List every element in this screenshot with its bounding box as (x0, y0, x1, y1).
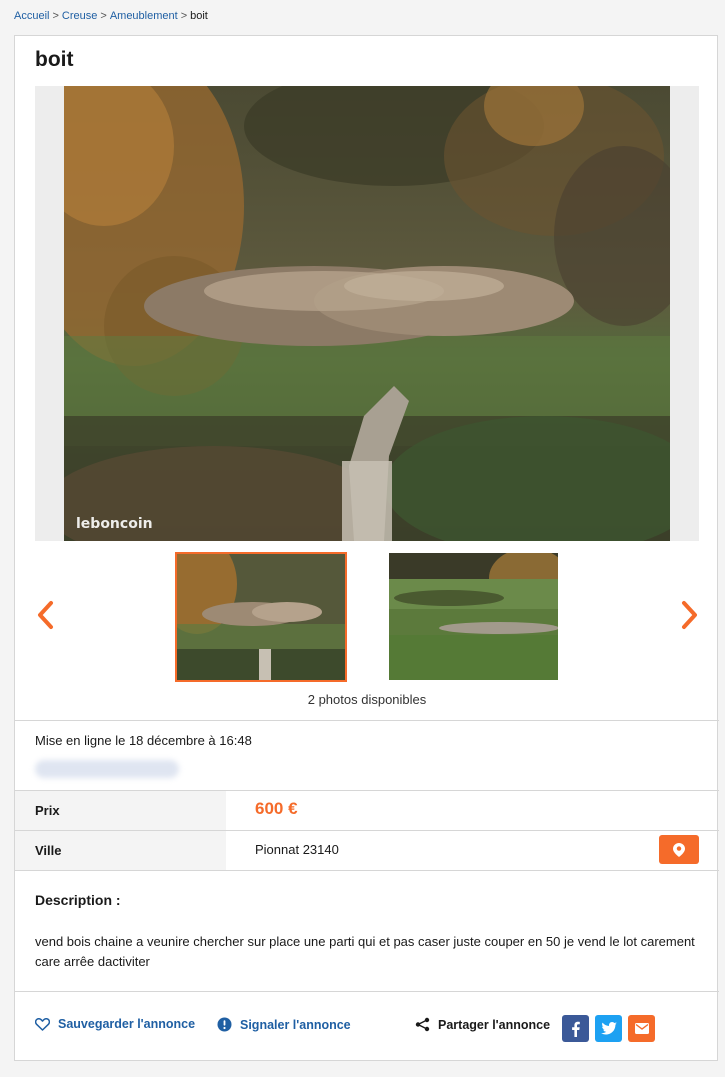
alert-circle-icon (217, 1017, 232, 1032)
save-ad-label: Sauvegarder l'annonce (58, 1017, 196, 1031)
breadcrumb-link-ameublement[interactable]: Ameublement (110, 10, 178, 22)
divider (15, 870, 719, 871)
price-label: Prix (15, 791, 226, 830)
main-photo-frame: leboncoin (35, 86, 699, 541)
photos-count: 2 photos disponibles (307, 692, 427, 707)
share-ad-label: Partager l'annonce (438, 1017, 551, 1032)
description-title: Description : (35, 892, 121, 908)
breadcrumb-separator: > (180, 10, 188, 22)
facebook-icon (572, 1021, 580, 1037)
breadcrumb-link-creuse[interactable]: Creuse (62, 10, 97, 22)
share-ad-button[interactable]: Partager l'annonce (415, 1017, 550, 1032)
city-label: Ville (15, 831, 226, 870)
watermark-logo: leboncoin (76, 516, 153, 532)
breadcrumb-current: boit (190, 10, 208, 22)
breadcrumb-separator: > (100, 10, 107, 22)
blurred-seller-info (35, 760, 179, 778)
share-email-button[interactable] (628, 1015, 655, 1042)
email-icon (634, 1023, 649, 1034)
next-photo-button[interactable] (675, 596, 705, 634)
share-twitter-button[interactable] (595, 1015, 622, 1042)
share-facebook-button[interactable] (562, 1015, 589, 1042)
chevron-right-icon (682, 601, 697, 629)
posted-date: Mise en ligne le 18 décembre à 16:48 (35, 733, 252, 748)
report-ad-button[interactable]: Signaler l'annonce (217, 1017, 351, 1032)
thumbnail-2-image (389, 553, 558, 680)
map-pin-icon (673, 842, 685, 857)
city-value: Pionnat 23140 (255, 842, 339, 857)
twitter-icon (600, 1022, 617, 1035)
description-text: vend bois chaine a veunire chercher sur … (35, 934, 695, 969)
divider (15, 991, 719, 992)
share-icon (415, 1017, 430, 1032)
price-value: 600 € (255, 799, 298, 818)
breadcrumb: Accueil > Creuse > Ameublement > boit (14, 10, 208, 22)
main-photo[interactable]: leboncoin (64, 86, 670, 541)
thumbnail-2[interactable] (389, 553, 558, 680)
breadcrumb-separator: > (52, 10, 59, 22)
ad-card: boit leboncoin 2 photos disponibles Mise… (14, 35, 719, 1061)
map-button[interactable] (659, 835, 699, 864)
woodpile-photo (64, 86, 670, 541)
report-ad-label: Signaler l'annonce (240, 1017, 351, 1032)
ad-title: boit (35, 48, 74, 71)
save-ad-button[interactable]: Sauvegarder l'annonce (35, 1017, 195, 1031)
thumbnail-1-image (177, 554, 345, 680)
heart-icon (35, 1017, 50, 1031)
divider (15, 720, 719, 721)
chevron-left-icon (38, 601, 53, 629)
prev-photo-button[interactable] (30, 596, 60, 634)
thumbnail-1[interactable] (175, 552, 347, 682)
breadcrumb-link-accueil[interactable]: Accueil (14, 10, 49, 22)
